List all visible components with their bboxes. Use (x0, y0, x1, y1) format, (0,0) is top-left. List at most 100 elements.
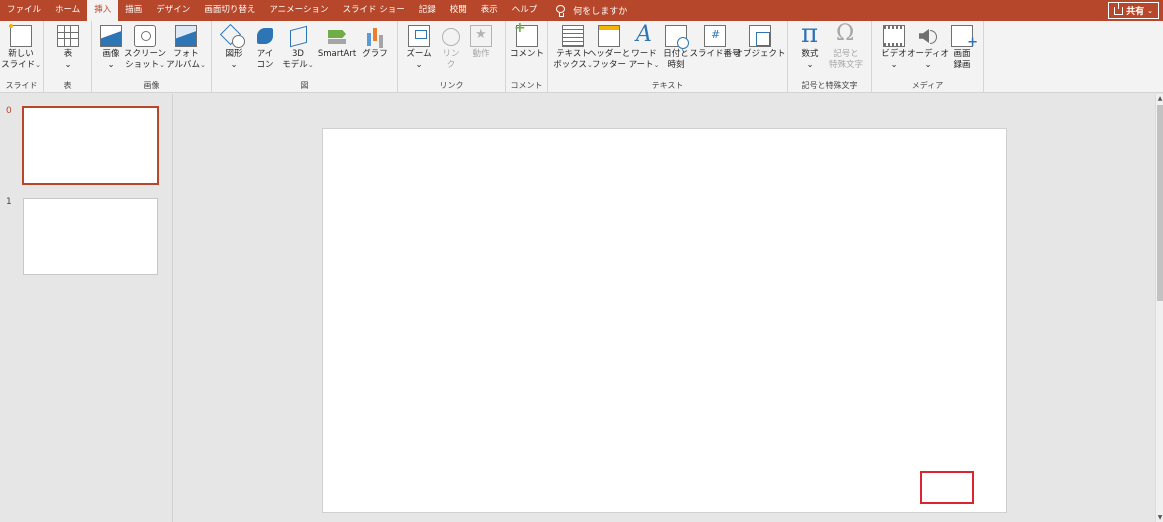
wordart-label-2: アート⌄ (628, 60, 660, 70)
scroll-down-icon[interactable]: ▼ (1156, 513, 1163, 522)
tell-me-search[interactable]: 何をしますか (544, 0, 627, 21)
symbol-button[interactable]: 記号と 特殊文字 (826, 21, 866, 71)
shapes-label: 図形 (225, 49, 243, 59)
tab-help[interactable]: ヘルプ (505, 0, 545, 21)
slide-number-label: スライド番号 (689, 49, 741, 59)
video-button[interactable]: ビデオ ⌄ (880, 25, 908, 71)
tab-view[interactable]: 表示 (474, 0, 505, 21)
photo-album-button[interactable]: フォト アルバム⌄ (166, 25, 206, 71)
group-label-links: リンク (439, 81, 464, 90)
icons-button[interactable]: アイ コン (254, 25, 276, 71)
slide-thumbnail-1[interactable] (23, 198, 158, 275)
object-button[interactable]: オブジェクト (735, 25, 786, 60)
calendar-clock-icon (665, 25, 689, 49)
group-label-tables: 表 (63, 81, 72, 90)
comment-button[interactable]: コメント (510, 20, 545, 60)
tab-animations[interactable]: アニメーション (262, 0, 335, 21)
symbol-label-2: 特殊文字 (828, 60, 863, 70)
audio-button[interactable]: オーディオ ⌄ (907, 25, 949, 71)
group-label-media: メディア (911, 81, 944, 90)
icons-label-1: アイ (256, 49, 274, 59)
textbox-button[interactable]: テキスト ボックス⌄ (553, 25, 593, 71)
action-label: 動作 (472, 49, 490, 59)
group-label-slides: スライド (5, 81, 38, 90)
share-icon (1114, 2, 1124, 15)
tab-file[interactable]: ファイル (0, 0, 48, 21)
3d-models-label-2: モデル⌄ (282, 60, 314, 70)
tab-design[interactable]: デザイン (149, 0, 197, 21)
screen-recording-label-1: 画面 (953, 49, 971, 59)
group-comments: コメント コメント (506, 20, 548, 93)
comment-label: コメント (510, 49, 545, 59)
header-footer-button[interactable]: ヘッダーと フッター (588, 25, 630, 71)
photo-album-icon (175, 25, 197, 47)
screenshot-button[interactable]: スクリーン ショット⌄ (124, 25, 166, 71)
tab-record[interactable]: 記録 (412, 0, 443, 21)
action-button[interactable]: 動作 (470, 25, 492, 60)
slide-thumbnail-0[interactable] (22, 106, 159, 185)
new-slide-button[interactable]: 新しい スライド⌄ (1, 22, 41, 71)
slide-thumbnails-pane: 0 1 (0, 94, 173, 522)
date-time-label-2: 時刻 (667, 60, 685, 70)
tab-home[interactable]: ホーム (48, 0, 87, 21)
tab-insert[interactable]: 挿入 (87, 0, 119, 21)
wordart-label-1: ワード (631, 49, 657, 59)
group-links: ズーム ⌄ リン ク 動作 リンク (398, 21, 506, 93)
3d-models-button[interactable]: 3D モデル⌄ (282, 25, 314, 71)
group-slides: 新しい スライド⌄ スライド (0, 21, 44, 93)
icons-label-2: コン (256, 60, 274, 70)
equation-button[interactable]: 数式 ⌄ (798, 19, 822, 71)
scroll-up-icon[interactable]: ▲ (1156, 94, 1163, 103)
shapes-icon (223, 25, 245, 48)
share-button[interactable]: 共有 ⌄ (1108, 2, 1159, 19)
tab-slideshow[interactable]: スライド ショー (336, 0, 412, 21)
shapes-button[interactable]: 図形 ⌄ (222, 25, 246, 71)
smartart-label: SmartArt (317, 49, 357, 59)
textbox-label-1: テキスト (556, 49, 590, 59)
wordart-button[interactable]: ワード アート⌄ (628, 22, 660, 71)
group-label-symbols: 記号と特殊文字 (801, 81, 858, 90)
tab-transitions[interactable]: 画面切り替え (197, 0, 262, 21)
group-tables: 表 ⌄ 表 (44, 21, 92, 93)
group-text: テキスト ボックス⌄ ヘッダーと フッター ワード アート⌄ 日付と 時刻 スラ… (548, 21, 788, 93)
image-button[interactable]: 画像 ⌄ (98, 25, 124, 71)
link-label-1: リン (442, 49, 460, 59)
tab-draw[interactable]: 描画 (118, 0, 149, 21)
new-slide-icon (7, 22, 32, 47)
chart-button[interactable]: グラフ (362, 25, 388, 60)
zoom-label: ズーム (406, 49, 432, 59)
zoom-icon (408, 25, 430, 47)
group-media: ビデオ ⌄ オーディオ ⌄ 画面 録画 メディア (872, 21, 984, 93)
textbox-label-2: ボックス⌄ (553, 60, 593, 70)
slide-canvas[interactable] (322, 128, 1007, 513)
icons-icon (254, 25, 276, 47)
ribbon-tab-bar: ファイル ホーム 挿入 描画 デザイン 画面切り替え アニメーション スライド … (0, 0, 1163, 21)
date-time-label-1: 日付と (663, 49, 689, 59)
chevron-down-icon: ⌄ (1147, 6, 1153, 15)
new-slide-label-2: スライド⌄ (1, 60, 41, 70)
date-time-button[interactable]: 日付と 時刻 (663, 25, 689, 71)
group-symbols: 数式 ⌄ 記号と 特殊文字 記号と特殊文字 (788, 19, 872, 93)
header-footer-label-1: ヘッダーと (587, 49, 631, 59)
screen-recording-button[interactable]: 画面 録画 (950, 25, 978, 71)
chevron-down-icon: ⌄ (415, 60, 423, 70)
tab-review[interactable]: 校閲 (443, 0, 474, 21)
group-label-comments: コメント (510, 81, 543, 90)
zoom-button[interactable]: ズーム ⌄ (406, 25, 432, 71)
link-globe-icon (440, 25, 462, 47)
table-button[interactable]: 表 ⌄ (57, 25, 79, 71)
smartart-button[interactable]: SmartArt (316, 25, 358, 60)
object-icon (749, 25, 771, 47)
link-button[interactable]: リン ク (440, 25, 462, 71)
photo-album-label-2: アルバム⌄ (166, 60, 206, 70)
audio-label: オーディオ (907, 49, 949, 59)
group-label-illustrations: 図 (300, 81, 309, 90)
chevron-down-icon: ⌄ (890, 60, 898, 70)
chart-icon (364, 25, 386, 47)
scrollbar-thumb[interactable] (1157, 105, 1163, 301)
highlighted-placeholder-box[interactable] (920, 471, 974, 504)
chevron-down-icon: ⌄ (230, 60, 238, 70)
slide-number-button[interactable]: スライド番号 (689, 25, 741, 60)
table-label: 表 (63, 49, 73, 59)
vertical-scrollbar[interactable]: ▲ ▼ (1155, 94, 1163, 522)
